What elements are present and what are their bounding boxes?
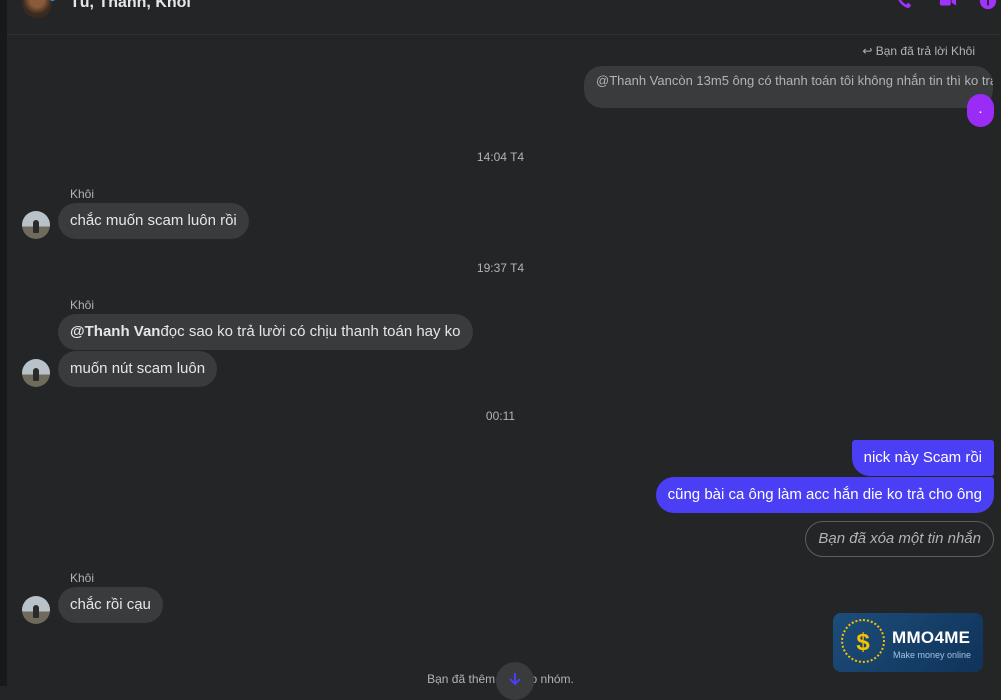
reply-note-text: Bạn đã trả lời Khôi — [875, 44, 975, 58]
incoming-message[interactable]: chắc muốn scam luôn rồi — [58, 203, 249, 239]
outgoing-message[interactable]: cũng bài ca ông làm acc hắn die ko trả c… — [655, 477, 994, 513]
avatar[interactable] — [22, 211, 50, 239]
quoted-message[interactable]: @Thanh Vancòn 13m5 ông có thanh toán tôi… — [584, 66, 993, 108]
incoming-message[interactable]: @Thanh Vanđọc sao ko trả lười có chịu th… — [58, 314, 473, 350]
avatar[interactable] — [22, 359, 50, 387]
watermark-tagline: Make money online — [893, 650, 972, 660]
sender-name: Khôi — [70, 571, 95, 585]
sender-name: Khôi — [70, 298, 95, 312]
info-icon[interactable] — [979, 0, 997, 10]
watermark-brand: MMO4ME — [892, 628, 971, 647]
scroll-to-bottom-button[interactable] — [496, 662, 534, 700]
watermark-logo: $ MMO4ME Make money online — [833, 613, 983, 672]
timestamp: 19:37 T4 — [476, 261, 525, 275]
video-icon[interactable] — [939, 0, 957, 10]
dollar-icon: $ — [841, 619, 885, 663]
sender-name: Khôi — [70, 187, 95, 201]
group-avatar[interactable] — [22, 0, 56, 18]
timestamp: 14:04 T4 — [476, 150, 525, 164]
avatar[interactable] — [22, 596, 50, 624]
deleted-message: Bạn đã xóa một tin nhắn — [805, 521, 994, 557]
left-rail — [0, 0, 7, 686]
chat-title[interactable]: Tú, Thành, Khôi — [70, 0, 191, 12]
arrow-down-icon — [509, 673, 521, 686]
reply-arrow-icon: ↩ — [862, 44, 876, 58]
mention[interactable]: @Thanh Van — [70, 323, 160, 340]
outgoing-message[interactable]: nick này Scam rồi — [851, 440, 994, 476]
incoming-message[interactable]: muốn nút scam luôn — [58, 351, 218, 387]
chat-header: Tú, Thành, Khôi — [7, 0, 1001, 35]
message-text: đọc sao ko trả lười có chịu thanh toán h… — [160, 323, 461, 340]
incoming-message[interactable]: chắc rồi cạu — [58, 587, 163, 623]
outgoing-dot-message[interactable]: . — [967, 94, 994, 127]
reply-note: ↩ Bạn đã trả lời Khôi — [862, 44, 975, 58]
phone-icon[interactable] — [895, 0, 913, 10]
timestamp: 00:11 — [485, 409, 516, 423]
